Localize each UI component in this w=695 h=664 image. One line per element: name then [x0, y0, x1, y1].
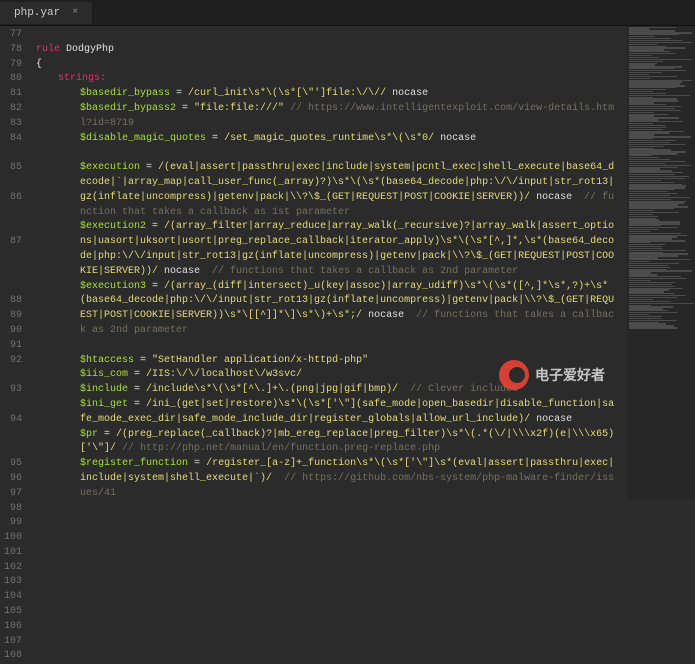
line-number: 101	[4, 546, 22, 561]
watermark-text: 电子爱好者	[535, 365, 605, 385]
close-icon[interactable]: ×	[72, 7, 78, 18]
code-line	[30, 146, 620, 161]
editor: 7778798081828384 85 86 87 8889909192 93 …	[0, 26, 695, 500]
line-number: 84	[4, 132, 22, 147]
code-line: $disable_magic_quotes = /set_magic_quote…	[30, 132, 620, 147]
line-number: 89	[4, 309, 22, 324]
line-number: 80	[4, 72, 22, 87]
line-number: 82	[4, 102, 22, 117]
line-number: 86	[4, 191, 22, 206]
line-number	[4, 206, 22, 221]
line-number	[4, 428, 22, 443]
code-area[interactable]: rule DodgyPhp{strings:$basedir_bypass = …	[30, 26, 695, 500]
line-number: 102	[4, 561, 22, 576]
code-line: {	[30, 58, 620, 73]
line-number: 99	[4, 516, 22, 531]
line-number: 105	[4, 605, 22, 620]
code-line: $pr = /(preg_replace(_callback)?|mb_ereg…	[30, 428, 620, 458]
tab-filename: php.yar	[14, 7, 60, 19]
line-number: 81	[4, 87, 22, 102]
code-line: rule DodgyPhp	[30, 43, 620, 58]
line-number	[4, 176, 22, 191]
line-number: 93	[4, 383, 22, 398]
line-number: 94	[4, 413, 22, 428]
line-number: 90	[4, 324, 22, 339]
tab-bar: php.yar ×	[0, 0, 695, 26]
watermark-logo-icon	[499, 360, 529, 390]
code-line: $ini_get = /ini_(get|set|restore)\s*\(\s…	[30, 398, 620, 428]
line-number: 100	[4, 531, 22, 546]
line-number: 95	[4, 457, 22, 472]
line-number: 87	[4, 235, 22, 250]
code-line	[30, 28, 620, 43]
code-line: strings:	[30, 72, 620, 87]
code-line: $execution = /(eval|assert|passthru|exec…	[30, 161, 620, 220]
line-number: 107	[4, 635, 22, 650]
line-number	[4, 146, 22, 161]
line-number: 83	[4, 117, 22, 132]
line-number	[4, 265, 22, 280]
line-number	[4, 442, 22, 457]
line-number: 79	[4, 58, 22, 73]
code-line	[30, 339, 620, 354]
line-number: 92	[4, 354, 22, 369]
line-number-gutter: 7778798081828384 85 86 87 8889909192 93 …	[0, 26, 30, 500]
line-number: 108	[4, 649, 22, 664]
code-line: $execution3 = /(array_(diff|intersect)_u…	[30, 280, 620, 339]
code-line: $register_function = /register_[a-z]+_fu…	[30, 457, 620, 500]
code-line: $basedir_bypass2 = "file:file:///" // ht…	[30, 102, 620, 132]
line-number: 106	[4, 620, 22, 635]
tab-php-yar[interactable]: php.yar ×	[0, 2, 93, 24]
code-line: $basedir_bypass = /curl_init\s*\(\s*[\"'…	[30, 87, 620, 102]
line-number	[4, 398, 22, 413]
line-number	[4, 280, 22, 295]
line-number	[4, 368, 22, 383]
line-number: 78	[4, 43, 22, 58]
line-number: 77	[4, 28, 22, 43]
line-number	[4, 220, 22, 235]
line-number: 96	[4, 472, 22, 487]
line-number: 91	[4, 339, 22, 354]
line-number: 88	[4, 294, 22, 309]
line-number: 98	[4, 502, 22, 517]
watermark: 电子爱好者	[499, 360, 605, 390]
line-number: 104	[4, 590, 22, 605]
line-number: 103	[4, 575, 22, 590]
line-number	[4, 250, 22, 265]
line-number: 85	[4, 161, 22, 176]
line-number: 97	[4, 487, 22, 502]
code-line: $execution2 = /(array_filter|array_reduc…	[30, 220, 620, 279]
